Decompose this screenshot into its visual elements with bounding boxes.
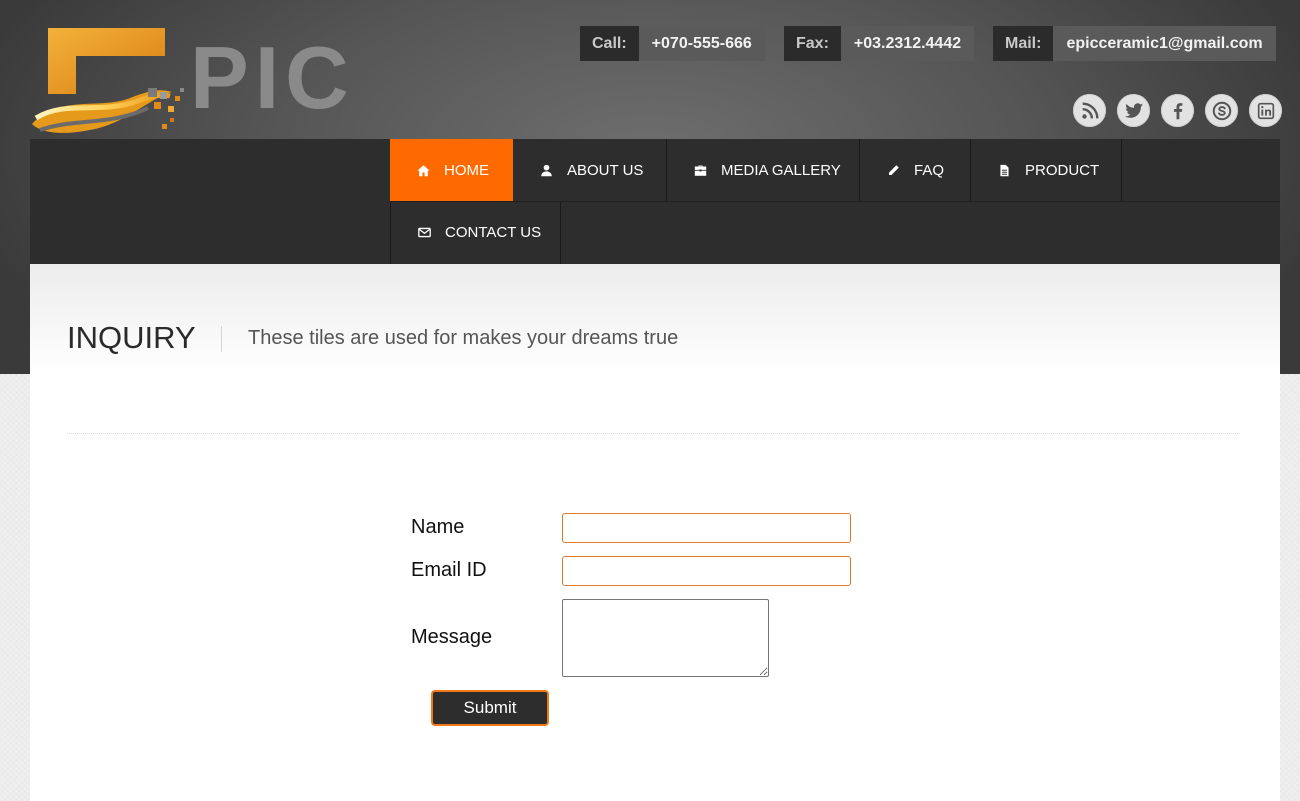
twitter-icon[interactable] <box>1117 94 1150 127</box>
message-label: Message <box>411 626 493 648</box>
nav-item-faq[interactable]: FAQ <box>860 139 971 201</box>
nav-label-product: PRODUCT <box>1025 161 1100 179</box>
social-links <box>1073 94 1282 127</box>
briefcase-icon <box>694 164 707 177</box>
mail-value[interactable]: epicceramic1@gmail.com <box>1053 26 1276 61</box>
logo-mark <box>32 28 184 133</box>
main-content: INQUIRY These tiles are used for makes y… <box>30 264 1280 801</box>
nav-label-home: HOME <box>444 161 489 179</box>
fax-label: Fax: <box>784 26 841 61</box>
main-nav: HOME ABOUT US MEDIA GALLERY FAQ PRODUCT … <box>30 139 1280 264</box>
nav-item-about-us[interactable]: ABOUT US <box>513 139 667 201</box>
nav-item-product[interactable]: PRODUCT <box>971 139 1122 201</box>
nav-label-about-us: ABOUT US <box>567 161 644 179</box>
contact-call: Call: +070-555-666 <box>580 26 765 61</box>
call-value: +070-555-666 <box>638 26 765 61</box>
nav-label-media-gallery: MEDIA GALLERY <box>721 161 841 179</box>
email-label: Email ID <box>411 559 487 581</box>
message-textarea[interactable] <box>562 599 769 677</box>
nav-label-faq: FAQ <box>914 161 945 179</box>
content-divider <box>67 433 1240 434</box>
logo[interactable]: PIC <box>30 26 360 141</box>
nav-item-home[interactable]: HOME <box>390 139 513 201</box>
nav-item-contact-us[interactable]: CONTACT US <box>390 201 561 264</box>
facebook-icon[interactable] <box>1161 94 1194 127</box>
document-icon <box>998 164 1011 177</box>
submit-button[interactable]: Submit <box>431 690 549 726</box>
nav-item-media-gallery[interactable]: MEDIA GALLERY <box>667 139 860 201</box>
name-input[interactable] <box>562 513 851 543</box>
title-separator <box>221 326 222 352</box>
mail-label: Mail: <box>993 26 1054 61</box>
user-icon <box>540 164 553 177</box>
call-label: Call: <box>580 26 639 61</box>
skype-icon[interactable] <box>1205 94 1238 127</box>
contact-fax: Fax: +03.2312.4442 <box>784 26 975 61</box>
page-title: INQUIRY <box>67 320 196 355</box>
page-subtitle: These tiles are used for makes your drea… <box>248 327 679 349</box>
nav-label-contact-us: CONTACT US <box>445 224 542 241</box>
envelope-icon <box>418 226 431 239</box>
pencil-icon <box>887 164 900 177</box>
name-label: Name <box>411 516 465 538</box>
logo-text: PIC <box>190 28 355 127</box>
home-icon <box>417 164 430 177</box>
linkedin-icon[interactable] <box>1249 94 1282 127</box>
email-input[interactable] <box>562 556 851 586</box>
rss-icon[interactable] <box>1073 94 1106 127</box>
fax-value: +03.2312.4442 <box>840 26 975 61</box>
contact-mail: Mail: epicceramic1@gmail.com <box>993 26 1276 61</box>
